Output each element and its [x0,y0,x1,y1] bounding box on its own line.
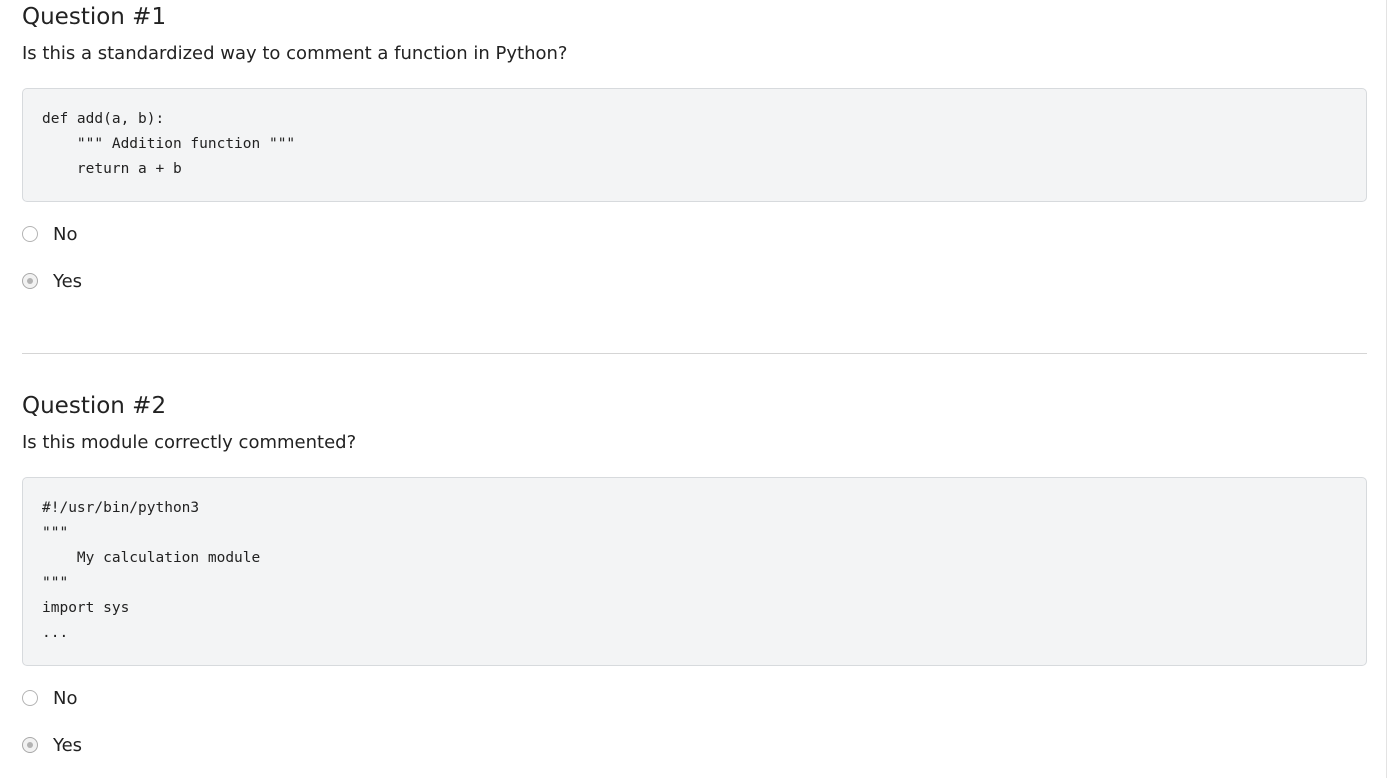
code-block: #!/usr/bin/python3 """ My calculation mo… [22,477,1367,666]
option-yes[interactable]: Yes [22,732,1367,758]
radio-button-checked[interactable] [22,737,38,753]
option-label: Yes [53,270,83,292]
code-line: #!/usr/bin/python3 [42,500,200,516]
code-line: ... [42,625,69,641]
answer-options: No Yes [22,685,1367,758]
code-line: My calculation module [42,550,261,566]
question-divider [22,353,1367,354]
option-label: Yes [53,734,83,756]
option-no[interactable]: No [22,685,1367,711]
question-prompt: Is this a standardized way to comment a … [22,43,568,64]
radio-button[interactable] [22,690,38,706]
radio-button-checked[interactable] [22,273,38,289]
question-prompt: Is this module correctly commented? [22,432,357,453]
code-line: import sys [42,600,130,616]
code-line: def add(a, b): [42,111,165,127]
code-line: return a + b [42,161,182,177]
question-title: Question #1 [22,4,167,30]
answer-options: No Yes [22,221,1367,294]
option-label: No [53,687,78,709]
question-2: Question #2 Is this module correctly com… [22,389,1367,779]
code-line: """ [42,525,69,541]
code-line: """ Addition function """ [42,136,296,152]
question-title: Question #2 [22,393,167,419]
question-1: Question #1 Is this a standardized way t… [22,0,1367,315]
code-line: """ [42,575,69,591]
code-block: def add(a, b): """ Addition function """… [22,88,1367,202]
option-no[interactable]: No [22,221,1367,247]
radio-button[interactable] [22,226,38,242]
option-yes[interactable]: Yes [22,268,1367,294]
option-label: No [53,223,78,245]
